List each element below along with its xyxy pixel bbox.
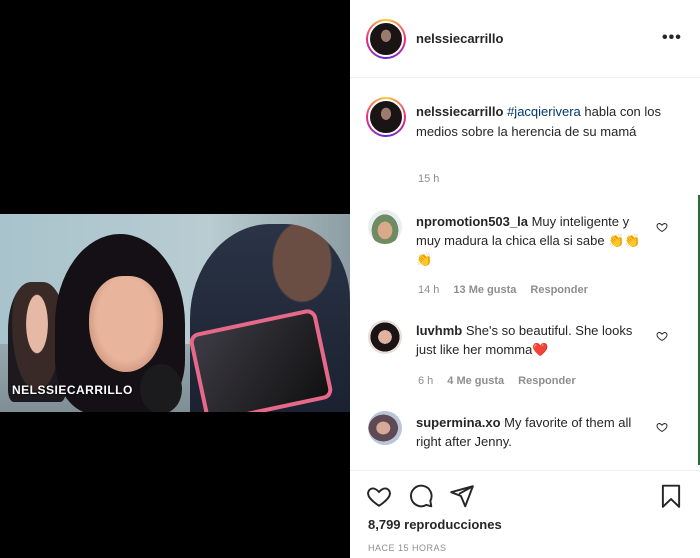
comment-avatar[interactable] bbox=[368, 320, 402, 354]
comment-meta: 6 h 4 Me gusta Responder bbox=[418, 375, 590, 387]
comment-icon[interactable] bbox=[408, 483, 434, 509]
post-panel: nelssiecarrillo ••• nelssiecarrillo #jac… bbox=[350, 0, 700, 558]
caption-avatar[interactable] bbox=[366, 97, 406, 137]
post-caption: nelssiecarrillo #jacqierivera habla con … bbox=[416, 102, 686, 142]
video-player[interactable]: NELSSIECARRILLO bbox=[0, 214, 350, 412]
video-microphone bbox=[140, 364, 182, 412]
comment-avatar[interactable] bbox=[368, 210, 402, 244]
view-count[interactable]: 8,799 reproducciones bbox=[368, 517, 502, 532]
comment-time[interactable]: 14 h bbox=[418, 284, 439, 296]
bookmark-icon[interactable] bbox=[658, 483, 684, 509]
heart-icon[interactable] bbox=[366, 483, 392, 509]
comment-username[interactable]: npromotion503_la bbox=[416, 214, 528, 229]
author-username[interactable]: nelssiecarrillo bbox=[416, 31, 503, 46]
media-area: NELSSIECARRILLO bbox=[0, 0, 350, 558]
video-watermark: NELSSIECARRILLO bbox=[12, 383, 133, 397]
caption-username[interactable]: nelssiecarrillo bbox=[416, 104, 503, 119]
post-date[interactable]: HACE 15 HORAS bbox=[368, 543, 447, 553]
comment-avatar[interactable] bbox=[368, 411, 402, 445]
comment: npromotion503_la Muy inteligente y muy m… bbox=[416, 212, 656, 269]
caption-time[interactable]: 15 h bbox=[418, 173, 439, 185]
share-icon[interactable] bbox=[449, 483, 475, 509]
heart-icon[interactable] bbox=[656, 421, 668, 433]
comment-username[interactable]: supermina.xo bbox=[416, 415, 501, 430]
author-avatar[interactable] bbox=[366, 19, 406, 59]
more-icon[interactable]: ••• bbox=[662, 29, 682, 47]
comment-meta: 14 h 13 Me gusta Responder bbox=[418, 284, 602, 296]
comment: luvhmb She's so beautiful. She looks jus… bbox=[416, 321, 656, 359]
reply-button[interactable]: Responder bbox=[518, 375, 575, 387]
caption-hashtag[interactable]: #jacqierivera bbox=[507, 104, 581, 119]
heart-icon[interactable] bbox=[656, 221, 668, 233]
post-header: nelssiecarrillo ••• bbox=[350, 0, 700, 78]
comment: supermina.xo My favorite of them all rig… bbox=[416, 413, 656, 451]
reply-button[interactable]: Responder bbox=[530, 284, 587, 296]
comment-likes[interactable]: 4 Me gusta bbox=[447, 375, 504, 387]
heart-icon[interactable] bbox=[656, 330, 668, 342]
comment-time[interactable]: 6 h bbox=[418, 375, 433, 387]
comment-username[interactable]: luvhmb bbox=[416, 323, 462, 338]
comment-likes[interactable]: 13 Me gusta bbox=[453, 284, 516, 296]
